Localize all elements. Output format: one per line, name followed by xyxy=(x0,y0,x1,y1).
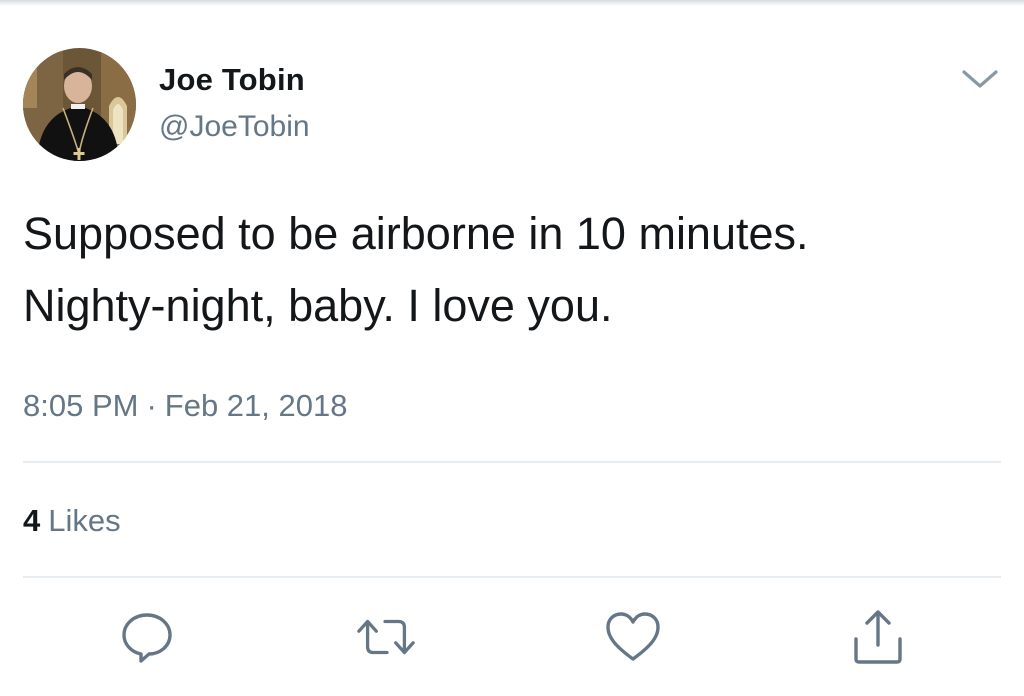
user-handle[interactable]: @JoeTobin xyxy=(159,110,310,144)
tweet-text-line: Nighty-night, baby. I love you. xyxy=(23,280,613,331)
timestamp-separator: · xyxy=(146,388,157,423)
reply-icon xyxy=(122,613,172,663)
avatar[interactable] xyxy=(23,48,136,161)
reply-button[interactable] xyxy=(116,607,178,667)
share-icon xyxy=(854,610,902,664)
share-button[interactable] xyxy=(847,607,909,667)
tweet-text-line: Supposed to be airborne in 10 minutes. xyxy=(23,208,809,259)
avatar-image xyxy=(23,48,136,161)
heart-icon xyxy=(606,612,660,661)
retweet-button[interactable] xyxy=(355,607,417,667)
retweet-icon xyxy=(357,619,415,655)
divider xyxy=(23,461,1001,463)
likes-stat[interactable]: 4 Likes xyxy=(23,503,121,539)
tweet-text: Supposed to be airborne in 10 minutes. N… xyxy=(23,198,1003,342)
like-button[interactable] xyxy=(602,607,664,667)
likes-count: 4 xyxy=(23,503,41,538)
tweet-timestamp[interactable]: 8:05 PM · Feb 21, 2018 xyxy=(23,388,347,424)
tweet-time: 8:05 PM xyxy=(23,388,139,423)
divider xyxy=(23,576,1001,578)
chevron-down-icon[interactable] xyxy=(960,64,1000,92)
likes-label: Likes xyxy=(48,503,121,538)
display-name[interactable]: Joe Tobin xyxy=(159,62,305,98)
tweet-date: Feb 21, 2018 xyxy=(164,388,348,423)
tweet-card: Joe Tobin @JoeTobin Supposed to be airbo… xyxy=(0,0,1024,696)
